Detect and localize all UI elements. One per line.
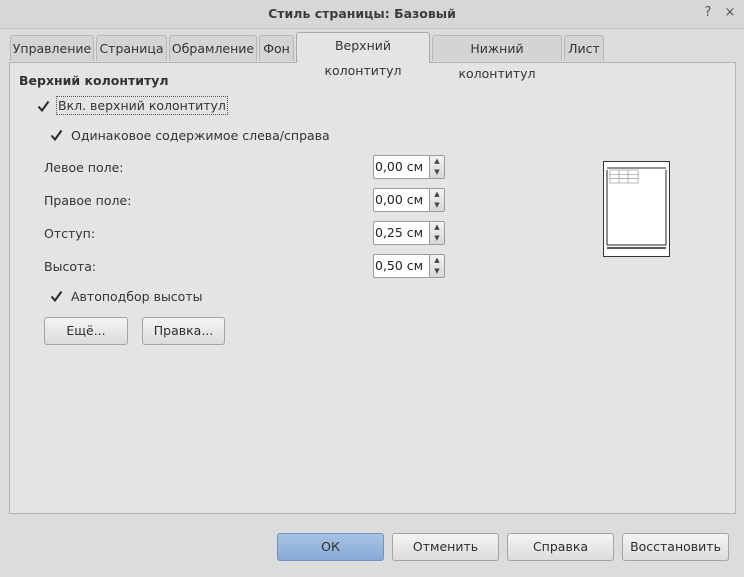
page-preview [603, 161, 670, 257]
spin-down-icon[interactable]: ▼ [430, 266, 444, 277]
height-spin-buttons[interactable]: ▲ ▼ [429, 254, 445, 278]
tab-management[interactable]: Управление [10, 35, 94, 61]
spacing-input[interactable]: 0,25 см [373, 221, 430, 245]
height-label: Высота: [44, 259, 97, 274]
spin-up-icon[interactable]: ▲ [430, 189, 444, 200]
autofit-height-label[interactable]: Автоподбор высоты [71, 289, 202, 304]
spin-up-icon[interactable]: ▲ [430, 255, 444, 266]
left-margin-label: Левое поле: [44, 160, 124, 175]
window-title: Стиль страницы: Базовый [268, 6, 456, 21]
right-margin-label: Правое поле: [44, 193, 132, 208]
tab-header[interactable]: Верхний колонтитул [296, 32, 430, 78]
spin-down-icon[interactable]: ▼ [430, 200, 444, 211]
spacing-spinbox[interactable]: 0,25 см ▲ ▼ [373, 221, 445, 245]
left-margin-spin-buttons[interactable]: ▲ ▼ [429, 155, 445, 179]
edit-button[interactable]: Правка... [142, 317, 225, 345]
spacing-label: Отступ: [44, 226, 96, 241]
enable-header-label[interactable]: Вкл. верхний колонтитул [56, 96, 228, 115]
tab-page[interactable]: Страница [96, 35, 167, 61]
close-icon[interactable]: × [722, 5, 738, 21]
same-content-label[interactable]: Одинаковое содержимое слева/справа [71, 128, 330, 143]
enable-header-checkbox[interactable] [37, 100, 50, 113]
spin-up-icon[interactable]: ▲ [430, 156, 444, 167]
checkmark-icon [50, 129, 63, 142]
tab-borders[interactable]: Обрамление [169, 35, 257, 61]
height-spinbox[interactable]: 0,50 см ▲ ▼ [373, 254, 445, 278]
more-button[interactable]: Ещё... [44, 317, 128, 345]
same-content-checkbox[interactable] [50, 129, 63, 142]
cancel-button[interactable]: Отменить [392, 533, 499, 561]
section-title: Верхний колонтитул [19, 73, 169, 88]
autofit-height-checkbox[interactable] [50, 290, 63, 303]
checkmark-icon [50, 290, 63, 303]
height-input[interactable]: 0,50 см [373, 254, 430, 278]
help-icon[interactable]: ? [700, 5, 716, 21]
help-button[interactable]: Справка [507, 533, 614, 561]
spacing-spin-buttons[interactable]: ▲ ▼ [429, 221, 445, 245]
spin-down-icon[interactable]: ▼ [430, 233, 444, 244]
reset-button[interactable]: Восстановить [622, 533, 729, 561]
tab-sheet[interactable]: Лист [564, 35, 604, 61]
right-margin-spin-buttons[interactable]: ▲ ▼ [429, 188, 445, 212]
right-margin-spinbox[interactable]: 0,00 см ▲ ▼ [373, 188, 445, 212]
tab-background[interactable]: Фон [259, 35, 294, 61]
left-margin-input[interactable]: 0,00 см [373, 155, 430, 179]
page-preview-graphic [606, 167, 667, 249]
right-margin-input[interactable]: 0,00 см [373, 188, 430, 212]
ok-button[interactable]: ОК [277, 533, 384, 561]
left-margin-spinbox[interactable]: 0,00 см ▲ ▼ [373, 155, 445, 179]
spin-down-icon[interactable]: ▼ [430, 167, 444, 178]
spin-up-icon[interactable]: ▲ [430, 222, 444, 233]
tab-footer[interactable]: Нижний колонтитул [432, 35, 562, 81]
checkmark-icon [37, 100, 50, 113]
